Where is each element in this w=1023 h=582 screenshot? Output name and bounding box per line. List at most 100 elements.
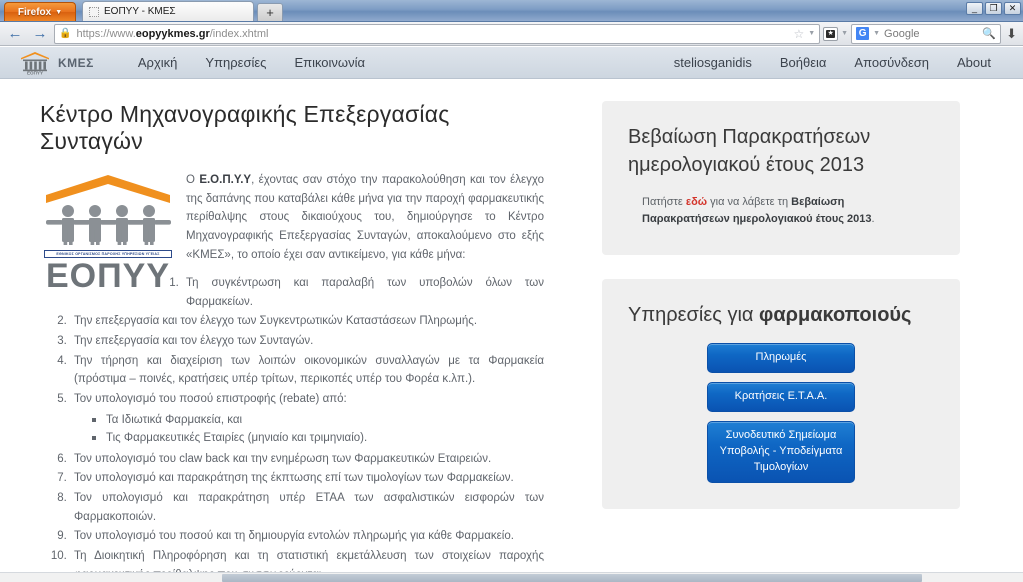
page-title: Κέντρο Μηχανογραφικής Επεξεργασίας Συντα… bbox=[40, 101, 450, 154]
certificate-body-end: . bbox=[871, 213, 875, 226]
eopyy-small-logo-icon: ΕΟΠΥΥ bbox=[18, 51, 52, 75]
nav-item-logout[interactable]: Αποσύνδεση bbox=[840, 55, 943, 70]
task-text: Τον υπολογισμό του claw back και την ενη… bbox=[74, 452, 492, 465]
browser-window: Firefox ▼ ΕΟΠΥΥ - ΚΜΕΣ + _ ❐ ✕ ← → 🔒 htt… bbox=[0, 0, 1023, 582]
back-arrow-icon: ← bbox=[7, 25, 23, 42]
services-card-title: Υπηρεσίες για φαρμακοποιούς bbox=[628, 301, 934, 329]
nav-item-about[interactable]: About bbox=[943, 55, 1005, 70]
star-icon[interactable]: ☆ bbox=[793, 27, 804, 41]
task-text: Τον υπολογισμό και παρακράτηση της έκπτω… bbox=[74, 472, 514, 485]
address-bar-actions: ☆ ▼ bbox=[793, 27, 815, 41]
chevron-down-icon: ▼ bbox=[55, 8, 63, 16]
url-path: /index.xhtml bbox=[209, 27, 269, 40]
certificate-card-body: Πατήστε εδώ για να λάβετε τη Βεβαίωση Πα… bbox=[628, 194, 934, 229]
firefox-menu-button[interactable]: Firefox ▼ bbox=[4, 2, 76, 21]
services-card: Υπηρεσίες για φαρμακοποιούς Πληρωμές Κρα… bbox=[602, 278, 960, 510]
site-navigation: ΕΟΠΥΥ ΚΜΕΣ Αρχική Υπηρεσίες Επικοινωνία … bbox=[0, 47, 1023, 79]
forward-button[interactable]: → bbox=[29, 24, 51, 44]
list-item: Τον υπολογισμό του claw back και την ενη… bbox=[70, 450, 544, 469]
subtasks-list: Τα Ιδιωτικά Φαρμακεία, και Τις Φαρμακευτ… bbox=[92, 411, 544, 448]
nav-item-services[interactable]: Υπηρεσίες bbox=[191, 55, 280, 70]
browser-toolbar: ← → 🔒 https://www.eopyykmes.gr/index.xht… bbox=[0, 22, 1023, 46]
browser-tab[interactable]: ΕΟΠΥΥ - ΚΜΕΣ bbox=[82, 1, 254, 21]
intro-lead: Ο bbox=[186, 174, 200, 186]
nav-item-username[interactable]: steliosganidis bbox=[660, 55, 766, 70]
bookmark-icon: ★ bbox=[826, 29, 836, 38]
downloads-icon[interactable]: ⬇ bbox=[1004, 26, 1019, 42]
minimize-button[interactable]: _ bbox=[966, 2, 983, 15]
certificate-card-title: Βεβαίωση Παρακρατήσεων ημερολογιακού έτο… bbox=[628, 123, 934, 180]
site-logo[interactable]: ΕΟΠΥΥ ΚΜΕΣ bbox=[18, 51, 94, 75]
forward-arrow-icon: → bbox=[32, 25, 48, 42]
search-engine-chevron-icon[interactable]: ▼ bbox=[873, 30, 880, 37]
firefox-menu-label: Firefox bbox=[17, 6, 52, 18]
list-item: Τον υπολογισμό και παρακράτηση υπέρ ΕΤΑΑ… bbox=[70, 489, 544, 526]
url-text: https://www.eopyykmes.gr/index.xhtml bbox=[76, 28, 268, 40]
new-tab-button[interactable]: + bbox=[257, 3, 283, 21]
page-body: Κέντρο Μηχανογραφικής Επεξεργασίας Συντα… bbox=[0, 79, 1023, 572]
eopyy-wordmark: ΕΟΠΥΥ bbox=[45, 257, 171, 295]
submission-note-templates-button[interactable]: Συνοδευτικό Σημείωμα Υποβολής - Υποδείγμ… bbox=[707, 421, 855, 484]
tab-title: ΕΟΠΥΥ - ΚΜΕΣ bbox=[104, 6, 176, 17]
close-button[interactable]: ✕ bbox=[1004, 2, 1021, 15]
search-icon[interactable]: 🔍 bbox=[982, 27, 996, 40]
favicon-icon bbox=[89, 6, 99, 17]
list-item: Την επεξεργασία και τον έλεγχο των Συγκε… bbox=[70, 312, 544, 331]
main-content: Κέντρο Μηχανογραφικής Επεξεργασίας Συντα… bbox=[0, 101, 560, 572]
certificate-body-mid: για να λάβετε τη bbox=[707, 195, 792, 208]
svg-text:ΕΟΠΥΥ: ΕΟΠΥΥ bbox=[27, 70, 43, 75]
certificate-body-pre: Πατήστε bbox=[642, 195, 686, 208]
task-text: Τον υπολογισμό και παρακράτηση υπέρ ΕΤΑΑ… bbox=[74, 492, 544, 523]
new-tab-label: + bbox=[266, 5, 274, 20]
etaa-deductions-button[interactable]: Κρατήσεις Ε.Τ.Α.Α. bbox=[707, 382, 855, 413]
bookmarks-button[interactable]: ★ bbox=[823, 26, 839, 41]
user-nav: steliosganidis Βοήθεια Αποσύνδεση About bbox=[660, 55, 1005, 70]
address-bar[interactable]: 🔒 https://www.eopyykmes.gr/index.xhtml ☆… bbox=[54, 23, 821, 44]
url-domain: eopyykmes.gr bbox=[135, 27, 210, 40]
task-text: Τον υπολογισμό του ποσού και τη δημιουργ… bbox=[74, 530, 514, 543]
page-viewport: ΕΟΠΥΥ ΚΜΕΣ Αρχική Υπηρεσίες Επικοινωνία … bbox=[0, 47, 1023, 572]
window-controls: _ ❐ ✕ bbox=[966, 2, 1021, 15]
tab-strip: ΕΟΠΥΥ - ΚΜΕΣ + bbox=[82, 0, 283, 21]
search-bar[interactable]: G ▼ Google 🔍 bbox=[851, 23, 1002, 44]
primary-nav: Αρχική Υπηρεσίες Επικοινωνία bbox=[124, 55, 379, 70]
payments-button[interactable]: Πληρωμές bbox=[707, 343, 855, 374]
intro-block: ΕΘΝΙΚΟΣ ΟΡΓΑΝΙΣΜΟΣ ΠΑΡΟΧΗΣ ΥΠΗΡΕΣΙΩΝ ΥΓΕ… bbox=[40, 171, 544, 572]
horizontal-scrollbar[interactable] bbox=[0, 572, 1023, 582]
google-icon: G bbox=[856, 27, 870, 40]
eopyy-figures-icon bbox=[46, 175, 171, 245]
list-item: Τον υπολογισμό και παρακράτηση της έκπτω… bbox=[70, 469, 544, 488]
list-item: Την επεξεργασία και τον έλεγχο των Συντα… bbox=[70, 332, 544, 351]
horizontal-scrollbar-thumb[interactable] bbox=[222, 574, 922, 582]
bookmarks-chevron-icon[interactable]: ▼ bbox=[841, 30, 848, 37]
window-titlebar: Firefox ▼ ΕΟΠΥΥ - ΚΜΕΣ + _ ❐ ✕ bbox=[0, 0, 1023, 22]
nav-item-contact[interactable]: Επικοινωνία bbox=[280, 55, 379, 70]
tasks-list: Τη συγκέντρωση και παραλαβή των υποβολών… bbox=[40, 274, 544, 572]
services-title-normal: Υπηρεσίες για bbox=[628, 303, 760, 326]
list-item: Τον υπολογισμό του ποσού επιστροφής (reb… bbox=[70, 390, 544, 448]
services-button-stack: Πληρωμές Κρατήσεις Ε.Τ.Α.Α. Συνοδευτικό … bbox=[628, 343, 934, 484]
nav-item-help[interactable]: Βοήθεια bbox=[766, 55, 841, 70]
task-text: Τον υπολογισμό του ποσού επιστροφής (reb… bbox=[74, 392, 347, 405]
list-item: Τη Διοικητική Πληροφόρηση και τη στατιστ… bbox=[70, 547, 544, 572]
url-prefix: https://www. bbox=[76, 27, 136, 40]
intro-rest: , έχοντας σαν στόχο την παρακολούθηση κα… bbox=[186, 174, 544, 261]
nav-item-home[interactable]: Αρχική bbox=[124, 55, 192, 70]
certificate-title-line2: ημερολογιακού έτους 2013 bbox=[628, 154, 865, 177]
list-item: Την τήρηση και διαχείριση των λοιπών οικ… bbox=[70, 352, 544, 389]
restore-button[interactable]: ❐ bbox=[985, 2, 1002, 15]
certificate-download-link[interactable]: εδώ bbox=[686, 196, 707, 208]
intro-bold: Ε.Ο.Π.Υ.Υ bbox=[199, 174, 252, 186]
services-title-bold: φαρμακοποιούς bbox=[759, 303, 912, 326]
eopyy-logo: ΕΘΝΙΚΟΣ ΟΡΓΑΝΙΣΜΟΣ ΠΑΡΟΧΗΣ ΥΠΗΡΕΣΙΩΝ ΥΓΕ… bbox=[42, 173, 174, 293]
back-button[interactable]: ← bbox=[4, 24, 26, 44]
list-item: Τα Ιδιωτικά Φαρμακεία, και bbox=[92, 411, 544, 430]
certificate-card: Βεβαίωση Παρακρατήσεων ημερολογιακού έτο… bbox=[602, 101, 960, 255]
task-text: Την επεξεργασία και τον έλεγχο των Συγκε… bbox=[74, 315, 478, 328]
task-text: Τη συγκέντρωση και παραλαβή των υποβολών… bbox=[186, 277, 544, 308]
brand-text: ΚΜΕΣ bbox=[58, 55, 94, 70]
task-text: Τη Διοικητική Πληροφόρηση και τη στατιστ… bbox=[74, 549, 544, 572]
task-text: Την τήρηση και διαχείριση των λοιπών οικ… bbox=[74, 354, 544, 386]
chevron-down-icon[interactable]: ▼ bbox=[808, 30, 815, 37]
search-input[interactable]: Google bbox=[884, 28, 919, 40]
